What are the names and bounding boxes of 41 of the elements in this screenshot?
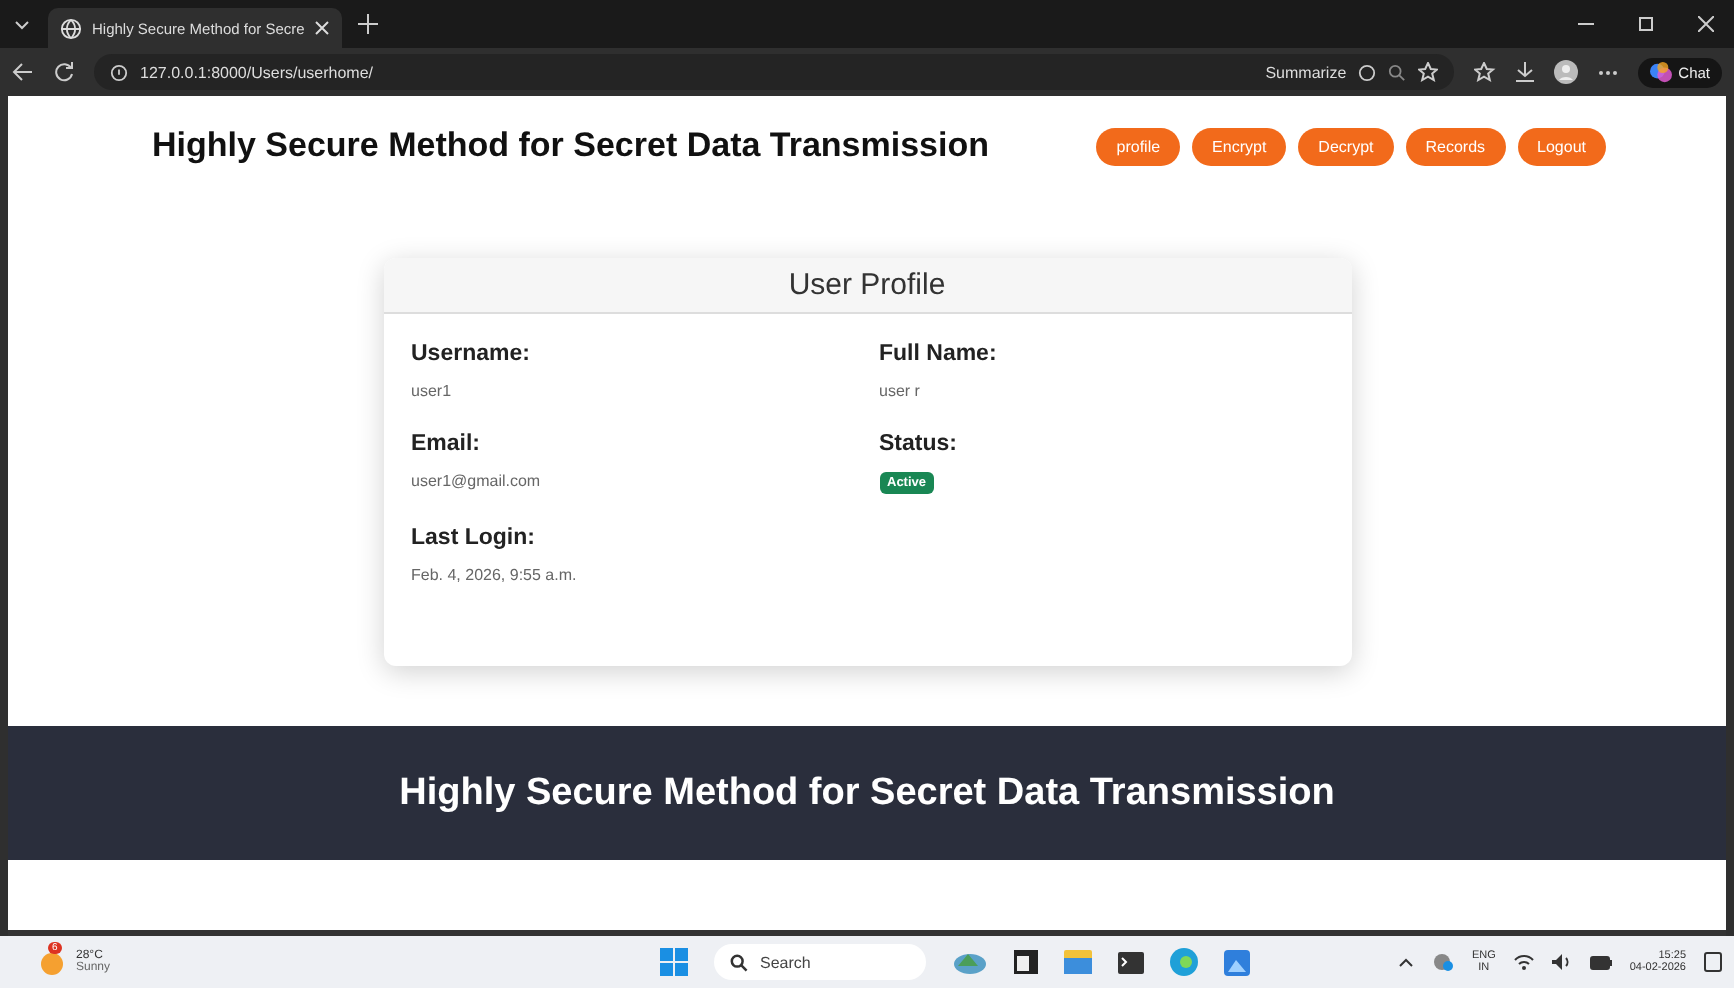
photo-app-icon[interactable] bbox=[1224, 949, 1250, 975]
wifi-icon[interactable] bbox=[1513, 954, 1534, 970]
landscape-widget-icon[interactable] bbox=[952, 948, 988, 976]
speaker-icon[interactable] bbox=[1551, 954, 1572, 970]
url-field[interactable]: 127.0.0.1:8000/Users/userhome/ bbox=[140, 63, 374, 81]
reload-icon[interactable] bbox=[54, 62, 74, 82]
star-icon[interactable] bbox=[1418, 62, 1439, 82]
circle-icon[interactable] bbox=[1358, 63, 1377, 81]
field-label: Status: bbox=[879, 432, 957, 456]
field-label: Full Name: bbox=[879, 342, 997, 366]
search-icon[interactable] bbox=[1388, 63, 1407, 81]
globe-icon bbox=[60, 17, 82, 39]
favorites-icon[interactable] bbox=[1474, 62, 1497, 82]
restore-icon[interactable] bbox=[1638, 16, 1654, 32]
field-label: Last Login: bbox=[411, 526, 535, 550]
field-value: Feb. 4, 2026, 9:55 a.m. bbox=[411, 566, 577, 584]
card-title: User Profile bbox=[788, 268, 946, 302]
profile-avatar-icon[interactable] bbox=[1554, 60, 1579, 84]
notification-icon[interactable] bbox=[1704, 952, 1722, 972]
new-tab-icon[interactable] bbox=[358, 14, 379, 34]
battery-icon[interactable] bbox=[1589, 955, 1612, 969]
field-value: user r bbox=[879, 382, 920, 400]
field-value: user1 bbox=[411, 382, 452, 400]
site-title: Highly Secure Method for Secret Data Transmission bbox=[152, 126, 992, 166]
search-icon bbox=[730, 953, 748, 971]
download-icon[interactable] bbox=[1516, 62, 1535, 82]
close-icon[interactable] bbox=[1698, 16, 1714, 32]
search-field[interactable]: Search bbox=[714, 944, 926, 980]
task-view-icon[interactable] bbox=[1014, 950, 1038, 974]
back-icon[interactable] bbox=[12, 62, 34, 82]
field-label: Email: bbox=[411, 432, 481, 456]
footer-title: Highly Secure Method for Secret Data Transmission bbox=[399, 771, 1335, 815]
field-value: user1@gmail.com bbox=[411, 472, 541, 490]
field-label: Username: bbox=[411, 342, 530, 366]
close-icon[interactable] bbox=[314, 20, 331, 36]
start-icon[interactable] bbox=[660, 948, 688, 976]
info-icon[interactable] bbox=[110, 63, 128, 81]
terminal-icon[interactable] bbox=[1118, 951, 1144, 973]
summarize-button[interactable]: Summarize bbox=[1265, 63, 1347, 81]
chevron-up-icon[interactable] bbox=[1397, 957, 1414, 967]
more-icon[interactable] bbox=[1598, 69, 1619, 75]
